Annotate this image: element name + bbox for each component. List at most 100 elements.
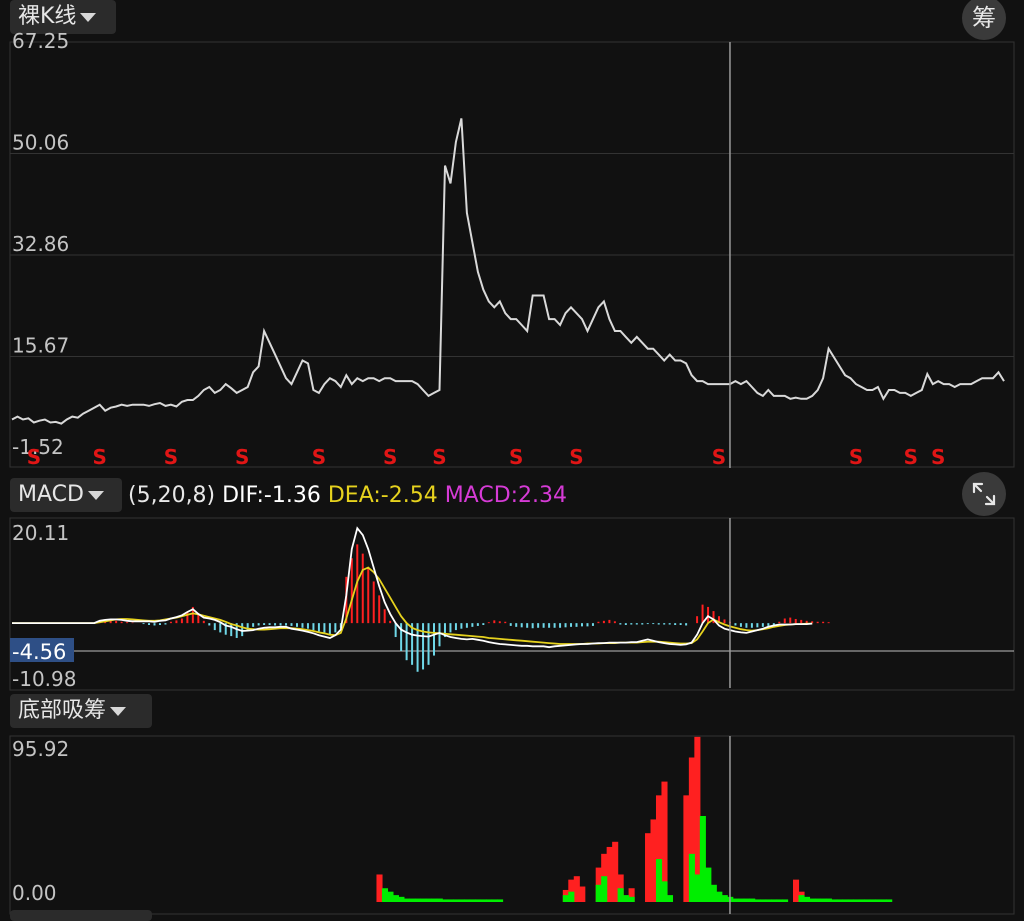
absorb-green-bar [447, 899, 454, 902]
expand-icon[interactable] [962, 472, 1006, 516]
absorb-red-bar [573, 876, 580, 902]
absorb-green-bar [699, 815, 706, 902]
absorb-green-bar [458, 899, 465, 902]
absorb-green-bar [705, 867, 712, 902]
absorb-green-bar [771, 899, 778, 902]
macd-current-value-label: -4.56 [12, 640, 66, 664]
absorb-green-bar [875, 899, 882, 902]
absorb-green-bar [486, 899, 493, 902]
absorb-green-bar [776, 899, 783, 902]
absorb-green-bar [414, 898, 421, 902]
absorb-green-bar [710, 884, 717, 902]
sell-signal-marker: S [27, 445, 41, 469]
absorb-green-bar [601, 876, 608, 902]
absorb-red-bar [683, 795, 690, 902]
absorb-green-bar [387, 891, 394, 902]
absorb-green-bar [836, 899, 843, 902]
sell-signal-marker: S [509, 445, 523, 469]
indicator-selector-absorb-label: 底部吸筹 [18, 698, 107, 723]
absorb-red-bar [612, 841, 619, 902]
absorb-green-bar [880, 899, 887, 902]
absorb-green-bar [721, 895, 728, 902]
bottom-absorption-chart[interactable]: 95.92 0.00 [0, 730, 1024, 915]
sell-signal-marker: S [712, 445, 726, 469]
absorb-panel-frame [9, 735, 1015, 915]
absorb-red-bar [376, 874, 383, 902]
absorb-green-bar [803, 896, 811, 902]
absorb-green-bar [398, 896, 405, 902]
absorb-green-bar [436, 898, 443, 902]
absorb-green-bar [814, 898, 821, 902]
macd-y-tick-label: 20.11 [12, 521, 69, 545]
macd-y-tick-label: -10.98 [12, 667, 76, 691]
price-chart[interactable]: 67.2550.0632.8615.67-1.52S S S S S S S S S S S S S [0, 0, 1024, 470]
absorb-green-bar [716, 891, 723, 902]
absorb-green-bar [595, 884, 602, 902]
absorb-green-bar [765, 899, 772, 902]
price-y-tick-label: 67.25 [12, 29, 69, 53]
absorb-green-bar [403, 898, 410, 902]
sell-signal-marker: S [569, 445, 583, 469]
sell-signal-marker: S [931, 445, 945, 469]
absorb-green-bar [864, 899, 871, 902]
absorb-green-bar [666, 895, 674, 902]
absorb-green-bar [469, 899, 476, 902]
sell-signal-marker: S [849, 445, 863, 469]
absorb-green-bar [858, 899, 865, 902]
sell-signal-marker: S [312, 445, 326, 469]
macd-chart[interactable]: 20.11 -10.98 -4.56 [0, 512, 1024, 692]
absorb-red-bar [792, 879, 800, 902]
absorb-green-bar [655, 858, 663, 902]
absorb-green-bar [820, 898, 827, 902]
sell-signal-marker: S [904, 445, 918, 469]
absorb-green-bar [480, 899, 487, 902]
absorb-green-bar [392, 895, 399, 902]
expand-arrows-icon [972, 482, 996, 506]
absorb-green-bar [886, 899, 893, 902]
absorb-green-bar [831, 899, 838, 902]
chevron-down-icon [110, 706, 127, 716]
absorb-green-bar [623, 895, 630, 902]
absorb-green-bar [568, 891, 575, 902]
absorb-green-bar [760, 899, 767, 902]
macd-histogram-value: MACD:2.34 [444, 483, 568, 508]
absorb-green-bar [754, 899, 761, 902]
sell-signal-marker: S [432, 445, 446, 469]
macd-legend: (5,20,8) DIF:-1.36 DEA:-2.54 MACD:2.34 [128, 480, 567, 512]
indicator-selector-absorb[interactable]: 底部吸筹 [10, 694, 152, 728]
absorb-green-bar [475, 899, 482, 902]
absorb-green-bar [798, 895, 805, 902]
next-panel-stub [10, 910, 152, 921]
absorb-red-bar [579, 886, 586, 902]
absorb-green-bar [738, 898, 745, 902]
absorb-green-bar [809, 898, 816, 902]
absorb-green-bar [420, 898, 427, 902]
absorb-green-bar [869, 899, 876, 902]
absorb-y-tick-label: 0.00 [12, 881, 57, 905]
sell-signal-marker: S [164, 445, 178, 469]
absorb-red-bar [606, 846, 613, 902]
price-line [11, 118, 1005, 425]
macd-panel-frame [9, 517, 1015, 691]
absorb-red-bar [650, 819, 657, 902]
absorb-green-bar [749, 898, 756, 902]
absorb-green-bar [694, 874, 701, 902]
indicator-selector-macd[interactable]: MACD [10, 478, 122, 512]
absorb-green-bar [782, 899, 789, 902]
absorb-green-bar [431, 898, 438, 902]
macd-dea-value: DEA:-2.54 [327, 483, 438, 508]
absorb-green-bar [425, 898, 432, 902]
absorb-green-bar [453, 899, 460, 902]
price-y-tick-label: 50.06 [12, 130, 69, 154]
absorb-y-tick-label: 95.92 [12, 737, 69, 761]
absorb-green-bar [409, 898, 416, 902]
sell-signal-marker: S [235, 445, 249, 469]
absorb-green-bar [442, 899, 449, 902]
macd-dif-value: DIF:-1.36 [222, 483, 321, 508]
absorb-green-bar [743, 898, 750, 902]
absorb-red-bar [645, 833, 652, 902]
absorb-green-bar [464, 899, 471, 902]
macd-params: (5,20,8) [128, 483, 216, 508]
sell-signal-marker: S [383, 445, 397, 469]
absorb-green-bar [617, 888, 624, 902]
